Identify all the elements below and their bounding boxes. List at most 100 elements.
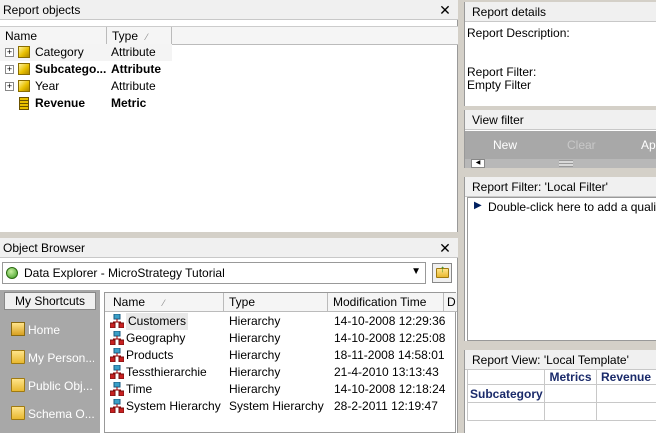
column-header-type[interactable]: Type: [224, 293, 328, 312]
grid-corner-cell: [467, 369, 545, 385]
folder-icon: [11, 406, 25, 420]
my-shortcuts-tab[interactable]: My Shortcuts: [4, 292, 96, 310]
grid-empty-cell: [467, 403, 545, 421]
shortcut-public-objects[interactable]: Public Obj...: [4, 373, 94, 399]
scroll-grip-icon: [559, 160, 573, 167]
item-name: Tessthierarchie: [126, 365, 207, 379]
item-type: Hierarchy: [229, 382, 281, 396]
item-type: System Hierarchy: [229, 399, 324, 413]
item-type: Hierarchy: [229, 348, 281, 362]
shortcuts-sidebar: My Shortcuts Home My Person... Public Ob…: [0, 290, 100, 433]
object-browser-panel: Object Browser ✕ Data Explorer - MicroSt…: [0, 238, 458, 433]
column-header-empty: [172, 27, 458, 45]
report-objects-title: Report objects: [3, 3, 81, 17]
item-name: Products: [126, 348, 174, 362]
column-header-name[interactable]: Name: [0, 27, 107, 45]
folder-icon: [11, 378, 25, 392]
table-row[interactable]: Geography Hierarchy 14-10-2008 12:25:08: [105, 330, 455, 347]
scroll-left-icon[interactable]: ◀: [471, 159, 485, 168]
view-filter-scrollbar[interactable]: ◀: [465, 159, 656, 168]
report-objects-panel: Report objects ✕ Name Type ⁄ + Category A…: [0, 0, 458, 232]
column-header-modification-time[interactable]: Modification Time: [328, 293, 444, 312]
object-name: Category: [35, 45, 84, 59]
table-row[interactable]: Customers Hierarchy 14-10-2008 12:29:36: [105, 313, 455, 330]
column-header-type[interactable]: Type ⁄: [107, 27, 172, 45]
attribute-cube-icon: [18, 63, 30, 75]
report-view-title-bar: Report View: 'Local Template': [465, 350, 656, 370]
item-name: Time: [126, 382, 153, 396]
expand-icon[interactable]: +: [5, 48, 14, 57]
object-name: Revenue: [35, 96, 86, 110]
view-filter-title-bar: View filter: [465, 110, 656, 130]
column-header-extra[interactable]: D: [444, 293, 457, 312]
report-objects-title-bar: Report objects ✕: [0, 0, 458, 20]
report-description-label: Report Description:: [467, 26, 570, 40]
report-objects-header: Name Type ⁄: [0, 26, 458, 45]
data-explorer-icon: [6, 267, 18, 279]
table-row[interactable]: Time Hierarchy 14-10-2008 12:18:24: [105, 381, 455, 398]
up-arrow-icon: ↑: [440, 264, 445, 275]
metrics-header-cell[interactable]: Metrics: [545, 369, 597, 385]
revenue-header-cell[interactable]: Revenue: [597, 369, 656, 385]
shortcut-schema-objects[interactable]: Schema O...: [4, 401, 94, 427]
shortcut-home[interactable]: Home: [4, 317, 94, 343]
report-details-panel: Report details Report Description: Repor…: [464, 2, 656, 106]
browser-list: Name ⁄ Type Modification Time D Customers…: [104, 292, 457, 433]
home-icon: [11, 322, 25, 336]
item-modified: 21-4-2010 13:13:43: [334, 365, 439, 379]
report-filter-title: Report Filter: 'Local Filter': [472, 180, 608, 194]
expand-icon[interactable]: +: [5, 82, 14, 91]
metric-icon: [19, 97, 29, 110]
item-name: Geography: [126, 331, 186, 345]
report-filter-editor[interactable]: ▶ Double-click here to add a quali: [467, 197, 656, 341]
list-item[interactable]: + Category Attribute: [0, 44, 172, 61]
sort-indicator-icon: ⁄: [163, 298, 165, 308]
view-filter-title: View filter: [472, 113, 524, 127]
shortcut-my-personal[interactable]: My Person...: [4, 345, 94, 371]
close-icon[interactable]: ✕: [438, 238, 452, 258]
clear-button[interactable]: Clear: [567, 138, 596, 152]
subcategory-row-header[interactable]: Subcategory: [467, 385, 545, 403]
table-row[interactable]: Tessthierarchie Hierarchy 21-4-2010 13:13:…: [105, 364, 455, 381]
hierarchy-icon: [110, 348, 124, 362]
apply-button[interactable]: App: [641, 138, 656, 152]
list-item[interactable]: + Subcatego... Attribute: [0, 61, 172, 78]
browser-rows: Customers Hierarchy 14-10-2008 12:29:36 Geo…: [105, 313, 455, 433]
item-modified: 28-2-2011 12:19:47: [334, 399, 438, 413]
item-modified: 14-10-2008 12:25:08: [334, 331, 446, 345]
hierarchy-icon: [110, 314, 124, 328]
location-dropdown[interactable]: Data Explorer - MicroStrategy Tutorial ▼: [2, 262, 426, 284]
item-name: Customers: [126, 313, 189, 330]
item-modified: 14-10-2008 12:29:36: [334, 314, 446, 328]
expand-icon[interactable]: +: [5, 65, 14, 74]
item-modified: 14-10-2008 12:18:24: [334, 382, 446, 396]
object-name: Subcatego...: [35, 62, 107, 76]
go-up-folder-button[interactable]: ↑: [432, 263, 452, 283]
column-header-name[interactable]: Name ⁄: [105, 293, 224, 312]
list-item[interactable]: Revenue Metric: [0, 95, 172, 112]
object-type: Attribute: [111, 79, 156, 93]
triangle-right-icon: ▶: [474, 200, 482, 211]
item-name: System Hierarchy: [126, 399, 221, 413]
report-grid[interactable]: Metrics Revenue Subcategory: [467, 369, 656, 421]
grid-empty-cell: [545, 385, 597, 403]
object-type: Attribute: [111, 62, 161, 76]
report-objects-list: + Category Attribute + Subcatego... Attr…: [0, 44, 458, 232]
person-folder-icon: [11, 350, 25, 364]
sort-indicator-icon: ⁄: [146, 32, 148, 42]
object-type: Attribute: [111, 45, 156, 59]
report-view-panel: Report View: 'Local Template' Metrics Re…: [464, 350, 656, 433]
item-modified: 18-11-2008 14:58:01: [334, 348, 445, 362]
chevron-down-icon[interactable]: ▼: [411, 266, 421, 277]
grid-empty-cell: [597, 385, 656, 403]
view-filter-panel: View filter New Clear App ◀: [464, 110, 656, 168]
table-row[interactable]: Products Hierarchy 18-11-2008 14:58:01: [105, 347, 455, 364]
new-button[interactable]: New: [493, 138, 517, 152]
report-filter-title-bar: Report Filter: 'Local Filter': [465, 177, 656, 197]
list-item[interactable]: + Year Attribute: [0, 78, 172, 95]
item-type: Hierarchy: [229, 314, 281, 328]
report-view-title: Report View: 'Local Template': [472, 353, 629, 367]
close-icon[interactable]: ✕: [438, 0, 452, 20]
table-row[interactable]: System Hierarchy System Hierarchy 28-2-201…: [105, 398, 455, 415]
hierarchy-icon: [110, 399, 124, 413]
